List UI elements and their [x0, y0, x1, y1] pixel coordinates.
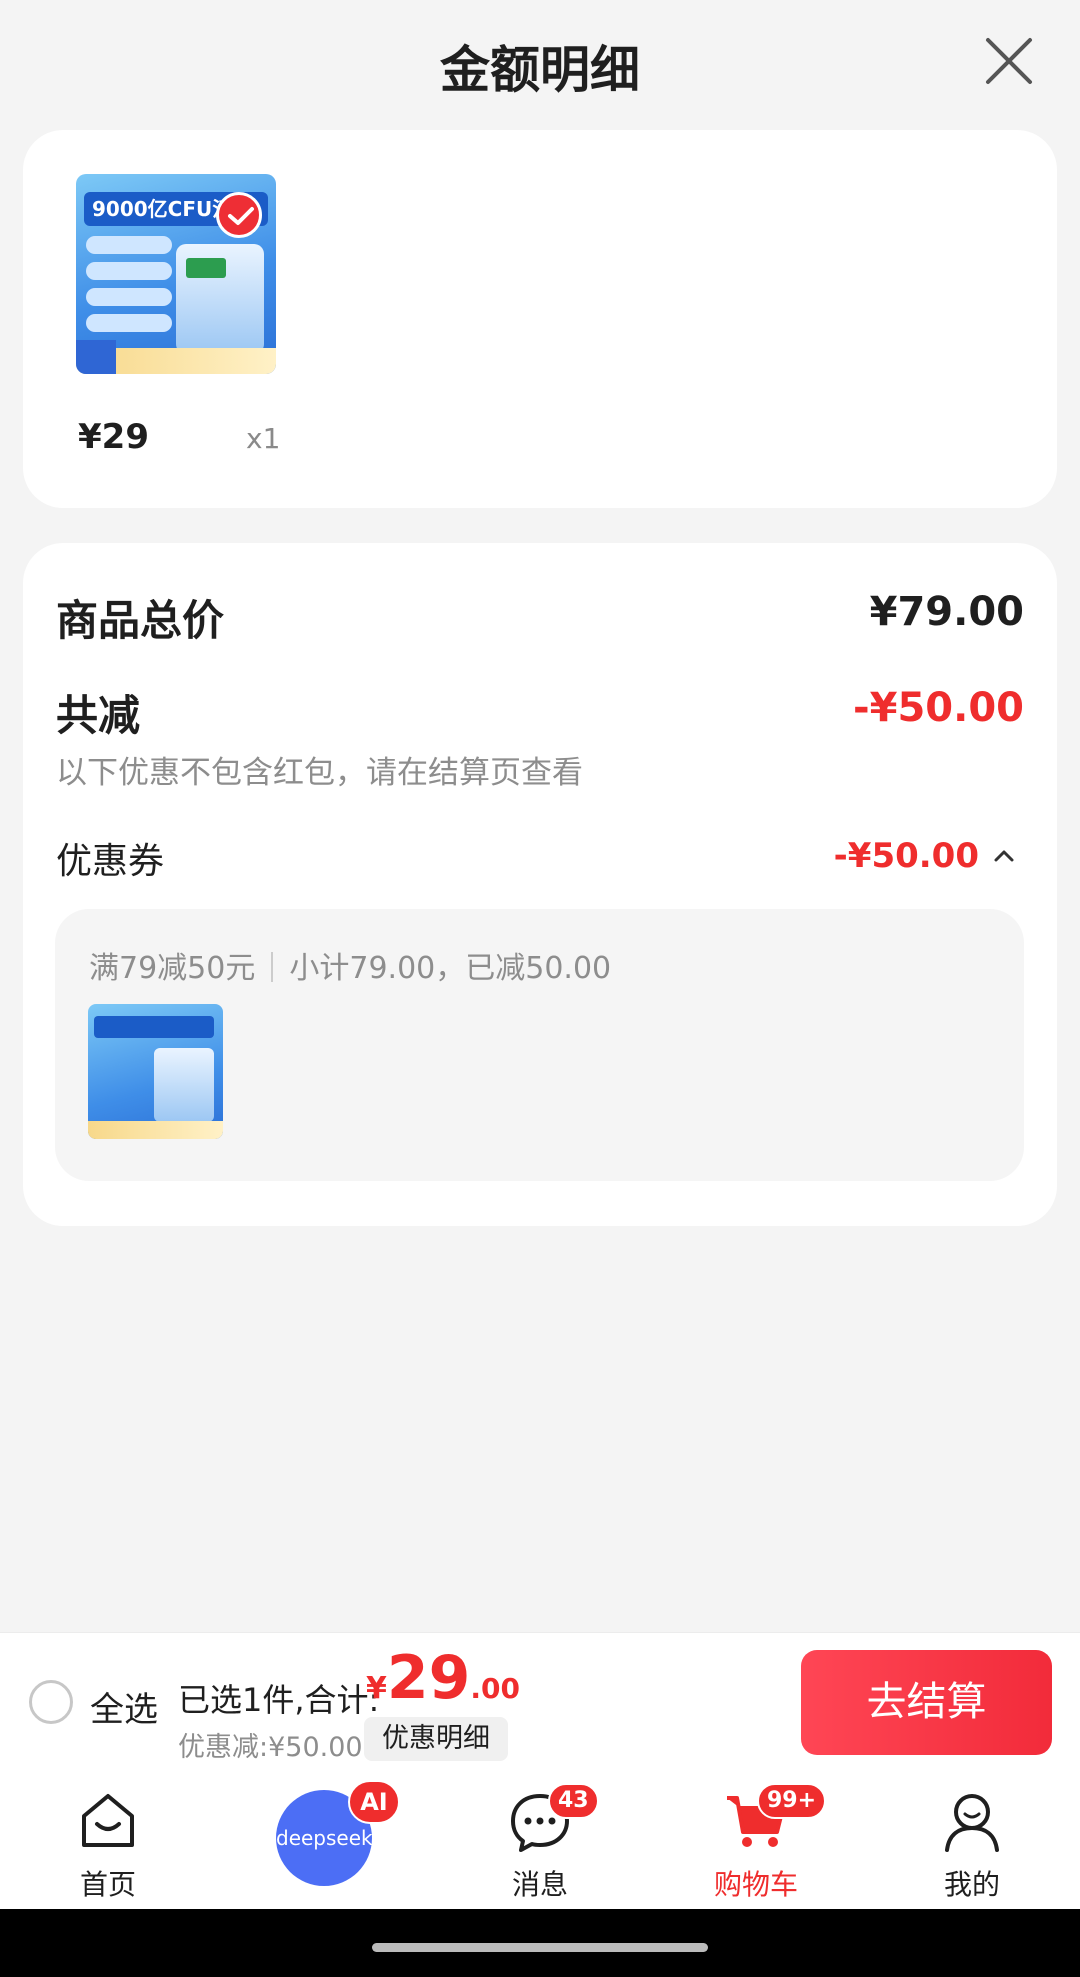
tab-label: 购物车 [713, 1868, 798, 1901]
tab-label: 首页 [79, 1868, 136, 1901]
reduce-value: -¥50.00 [853, 685, 1024, 731]
product-bottle-image [154, 1048, 214, 1122]
coupon-value: -¥50.00 [833, 836, 979, 876]
tab-cart[interactable]: 购物车 99+ [671, 1770, 841, 1909]
profile-icon [945, 1794, 999, 1852]
selected-check-badge [216, 192, 262, 238]
coupon-rule-line: 满79减50元 小计79.00，已减50.00 [89, 943, 611, 987]
check-icon [228, 207, 254, 225]
price-summary-card: 商品总价 ¥79.00 共减 -¥50.00 以下优惠不包含红包，请在结算页查看… [23, 543, 1057, 1226]
product-bottle-image [176, 244, 264, 354]
thumb-decor [94, 1016, 214, 1038]
thumb-decor [86, 288, 172, 306]
select-all-checkbox[interactable] [29, 1680, 73, 1724]
chevron-up-icon[interactable] [991, 843, 1017, 869]
thumb-decor [86, 236, 172, 254]
home-indicator[interactable] [372, 1943, 708, 1952]
tab-label: 消息 [511, 1868, 568, 1901]
currency-symbol: ¥ [366, 1671, 387, 1706]
selected-count-text: 已选1件,合计: [178, 1681, 380, 1719]
product-quantity: x1 [246, 422, 281, 455]
discount-detail-button[interactable]: 优惠明细 [364, 1717, 508, 1761]
select-all-label[interactable]: 全选 [90, 1682, 158, 1731]
bottom-tab-bar: 首页 deepseek AI 消息 43 购物车 99+ 我的 [0, 1770, 1080, 1909]
coupon-subtotal: 小计79.00，已减50.00 [289, 951, 612, 986]
coupon-product-thumbnail[interactable] [88, 1004, 223, 1139]
checkout-total: ¥29.00 [366, 1643, 520, 1713]
product-card: 9000亿CFU活菌 ¥29 x1 [23, 130, 1057, 508]
page-title: 金额明细 [440, 41, 640, 99]
total-value: ¥79.00 [869, 589, 1024, 635]
discount-text: 优惠减:¥50.00 [178, 1732, 363, 1763]
tab-messages[interactable]: 消息 43 [455, 1770, 625, 1909]
close-icon[interactable] [980, 32, 1038, 90]
tab-profile[interactable]: 我的 [887, 1770, 1057, 1909]
coupon-label: 优惠券 [56, 841, 165, 882]
ai-badge: AI [348, 1780, 400, 1824]
cart-badge: 99+ [757, 1783, 827, 1819]
reduce-note: 以下优惠不包含红包，请在结算页查看 [56, 755, 583, 791]
checkout-bar: 全选 已选1件,合计: ¥29.00 优惠减:¥50.00 优惠明细 去结算 [0, 1632, 1080, 1770]
home-icon [82, 1794, 134, 1847]
thumb-decor [86, 314, 172, 332]
tab-label: 我的 [943, 1868, 1000, 1901]
tab-home[interactable]: 首页 [23, 1770, 193, 1909]
message-badge: 43 [548, 1783, 599, 1819]
sheet-header: 金额明细 [0, 0, 1080, 125]
checkout-button[interactable]: 去结算 [801, 1650, 1052, 1755]
coupon-detail-panel: 满79减50元 小计79.00，已减50.00 [55, 909, 1024, 1181]
product-thumbnail[interactable]: 9000亿CFU活菌 [76, 174, 276, 374]
divider [271, 952, 274, 982]
system-navigation-bar [0, 1909, 1080, 1977]
total-integer: 29 [386, 1643, 471, 1713]
thumb-tag [76, 340, 116, 374]
total-label: 商品总价 [56, 596, 225, 645]
thumb-decor [86, 262, 172, 280]
total-decimal: .00 [470, 1672, 520, 1705]
product-price: ¥29 [78, 417, 149, 457]
coupon-rule: 满79减50元 [89, 951, 256, 986]
thumb-footer [88, 1121, 223, 1139]
reduce-label: 共减 [56, 691, 141, 740]
